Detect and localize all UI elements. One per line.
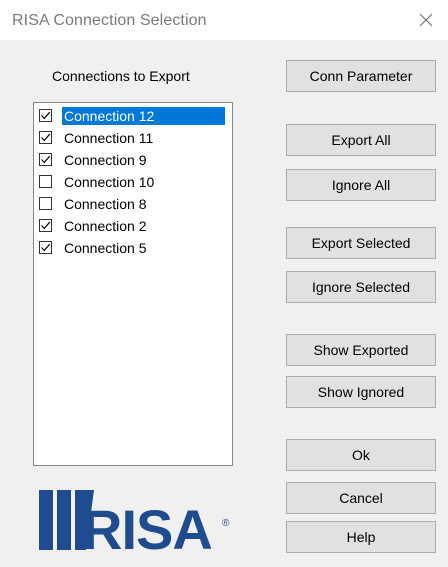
conn-parameter-button[interactable]: Conn Parameter [286, 60, 436, 92]
risa-logo-mark: RISA ® [39, 490, 230, 561]
checkbox[interactable] [39, 131, 52, 144]
list-item[interactable]: Connection 10 [36, 171, 230, 193]
checkbox[interactable] [39, 197, 52, 210]
check-icon [41, 155, 51, 164]
close-icon [419, 13, 433, 27]
help-button[interactable]: Help [286, 521, 436, 553]
show-ignored-button[interactable]: Show Ignored [286, 376, 436, 408]
list-item[interactable]: Connection 9 [36, 149, 230, 171]
checkbox[interactable] [39, 175, 52, 188]
export-all-button[interactable]: Export All [286, 124, 436, 156]
connections-listbox[interactable]: Connection 12 Connection 11 Connection 9… [33, 102, 233, 466]
check-icon [41, 221, 51, 230]
list-item[interactable]: Connection 11 [36, 127, 230, 149]
list-item-label: Connection 11 [64, 130, 154, 146]
risa-logo: RISA ® [36, 486, 236, 561]
risa-logo-text: RISA [82, 498, 212, 554]
checkbox[interactable] [39, 153, 52, 166]
registered-mark: ® [222, 518, 230, 529]
title-bar: RISA Connection Selection [0, 0, 448, 40]
list-item-label: Connection 9 [64, 152, 147, 168]
checkbox[interactable] [39, 109, 52, 122]
checkbox[interactable] [39, 219, 52, 232]
window-title: RISA Connection Selection [12, 12, 207, 29]
list-item[interactable]: Connection 12 [36, 105, 230, 127]
list-item-label: Connection 8 [64, 196, 147, 212]
cancel-button[interactable]: Cancel [286, 482, 436, 514]
check-icon [41, 243, 51, 252]
connections-list-heading: Connections to Export [52, 68, 190, 84]
show-exported-button[interactable]: Show Exported [286, 334, 436, 366]
export-selected-button[interactable]: Export Selected [286, 227, 436, 259]
checkbox[interactable] [39, 241, 52, 254]
list-item-label: Connection 2 [64, 218, 147, 234]
check-icon [41, 111, 51, 120]
close-button[interactable] [404, 0, 448, 40]
list-item-label: Connection 5 [64, 240, 147, 256]
list-item[interactable]: Connection 5 [36, 237, 230, 259]
ok-button[interactable]: Ok [286, 439, 436, 471]
ignore-all-button[interactable]: Ignore All [286, 169, 436, 201]
list-item[interactable]: Connection 8 [36, 193, 230, 215]
list-item-label: Connection 12 [62, 107, 225, 125]
list-item[interactable]: Connection 2 [36, 215, 230, 237]
ignore-selected-button[interactable]: Ignore Selected [286, 271, 436, 303]
list-item-label: Connection 10 [64, 174, 155, 190]
check-icon [41, 133, 51, 142]
